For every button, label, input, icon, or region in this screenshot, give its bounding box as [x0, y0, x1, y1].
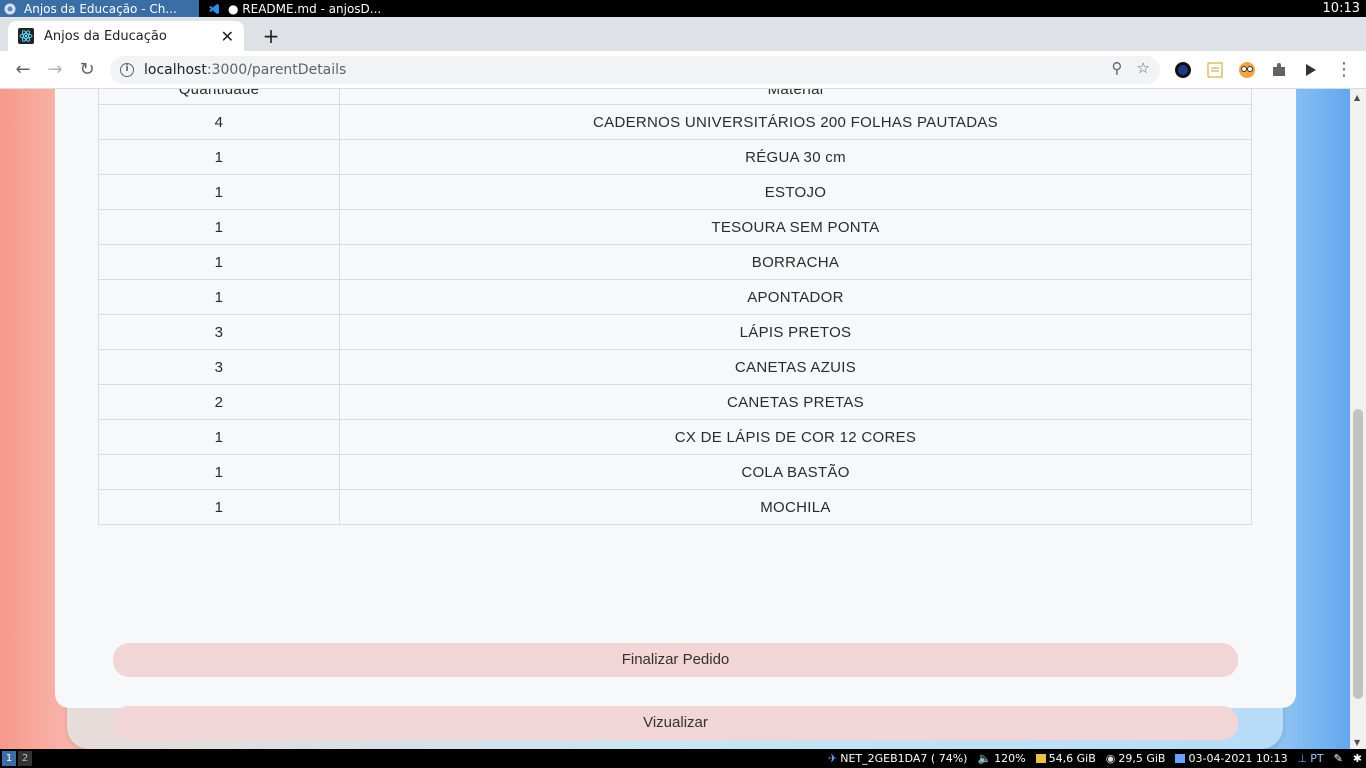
table-row: 2 CANETAS PRETAS	[98, 384, 1252, 420]
disk1-free: 54,6 GiB	[1048, 752, 1096, 765]
visualizar-button[interactable]: Vizualizar	[113, 706, 1238, 740]
pin-icon: ⊥	[1297, 752, 1308, 765]
workspace-1[interactable]: 1	[2, 751, 16, 766]
table-row: 1 ESTOJO	[98, 174, 1252, 210]
calendar-icon	[1175, 754, 1186, 763]
task-chrome[interactable]: Anjos da Educação - Ch...	[0, 0, 199, 17]
bookmark-star-icon[interactable]: ☆	[1137, 59, 1150, 77]
row-material: CX DE LÁPIS DE COR 12 CORES	[339, 419, 1252, 455]
task-vscode-label: ● README.md - anjosD...	[228, 1, 382, 16]
scroll-down-icon[interactable]: ▼	[1354, 738, 1360, 747]
row-material: TESOURA SEM PONTA	[339, 209, 1252, 245]
row-material: CANETAS AZUIS	[339, 349, 1252, 385]
table-row: 1 BORRACHA	[98, 244, 1252, 280]
header-material: Material	[339, 89, 1252, 105]
disk-icon: ◉	[1105, 752, 1116, 765]
extension-arrow-icon[interactable]	[1302, 61, 1320, 79]
row-qty: 1	[98, 139, 340, 175]
row-material: BORRACHA	[339, 244, 1252, 280]
table-row: 1 CX DE LÁPIS DE COR 12 CORES	[98, 419, 1252, 455]
site-info-icon[interactable]: i	[120, 63, 134, 77]
extensions-puzzle-icon[interactable]	[1270, 61, 1288, 79]
browser-tab[interactable]: Anjos da Educação ✕	[8, 21, 244, 51]
row-material: MOCHILA	[339, 489, 1252, 525]
table-row: 1 TESOURA SEM PONTA	[98, 209, 1252, 245]
row-qty: 1	[98, 419, 340, 455]
tab-strip: Anjos da Educação ✕ +	[0, 17, 1366, 51]
os-bottom-bar: 1 2 ✈ NET_2GEB1DA7 ( 74%) 🔈 120% 54,6 GiB …	[0, 749, 1366, 768]
wifi-icon: ✈	[828, 752, 838, 765]
extension-dark-circle-icon[interactable]	[1174, 61, 1192, 79]
network-status: NET_2GEB1DA7 ( 74%)	[840, 752, 968, 765]
tab-title: Anjos da Educação	[44, 28, 167, 44]
disk2-free: 29,5 GiB	[1118, 752, 1166, 765]
row-material: CANETAS PRETAS	[339, 384, 1252, 420]
extension-notes-icon[interactable]	[1206, 61, 1224, 79]
table-header-row: Quantidade Material	[98, 89, 1252, 105]
table-row: 1 COLA BASTÃO	[98, 454, 1252, 490]
scrollbar-thumb[interactable]	[1353, 409, 1363, 699]
row-qty: 1	[98, 489, 340, 525]
volume-icon: 🔈	[977, 752, 992, 765]
react-favicon-icon	[18, 28, 34, 44]
address-bar[interactable]: i localhost:3000/parentDetails ⚲ ☆	[110, 56, 1160, 84]
row-qty: 1	[98, 279, 340, 315]
row-qty: 3	[98, 349, 340, 385]
reload-icon[interactable]: ↻	[74, 57, 100, 83]
extension-face-icon[interactable]	[1238, 61, 1256, 79]
settings-icon[interactable]: ✱	[1353, 752, 1362, 765]
zoom-icon[interactable]: ⚲	[1112, 59, 1123, 77]
table-row: 1 RÉGUA 30 cm	[98, 139, 1252, 175]
row-material: RÉGUA 30 cm	[339, 139, 1252, 175]
row-qty: 1	[98, 454, 340, 490]
row-qty: 1	[98, 244, 340, 280]
os-clock: 10:13	[1322, 1, 1360, 16]
table-row: 3 CANETAS AZUIS	[98, 349, 1252, 385]
keyboard-lang[interactable]: PT	[1310, 752, 1323, 765]
header-quantidade: Quantidade	[98, 89, 340, 105]
menu-kebab-icon[interactable]: ⋮	[1331, 57, 1357, 83]
row-material: APONTADOR	[339, 279, 1252, 315]
row-qty: 4	[98, 104, 340, 140]
row-material: CADERNOS UNIVERSITÁRIOS 200 FOLHAS PAUTA…	[339, 104, 1252, 140]
url-host: localhost	[144, 62, 207, 78]
page-viewport: Quantidade Material 4 CADERNOS UNIVERSITÁ…	[0, 89, 1350, 749]
materials-table: Quantidade Material 4 CADERNOS UNIVERSITÁ…	[98, 89, 1252, 525]
page-scrollbar[interactable]: ▲ ▼	[1350, 89, 1366, 749]
row-material: LÁPIS PRETOS	[339, 314, 1252, 350]
chrome-icon	[4, 3, 16, 14]
finalizar-pedido-button[interactable]: Finalizar Pedido	[113, 643, 1238, 677]
system-tray: ✈ NET_2GEB1DA7 ( 74%) 🔈 120% 54,6 GiB ◉ 29,…	[828, 749, 1362, 768]
close-tab-icon[interactable]: ✕	[221, 27, 234, 46]
row-qty: 3	[98, 314, 340, 350]
back-arrow-icon[interactable]: ←	[10, 57, 36, 83]
workspace-2[interactable]: 2	[18, 751, 32, 766]
new-tab-button[interactable]: +	[258, 24, 284, 50]
row-qty: 1	[98, 174, 340, 210]
task-chrome-label: Anjos da Educação - Ch...	[24, 1, 177, 16]
table-row: 1 APONTADOR	[98, 279, 1252, 315]
scroll-up-icon[interactable]: ▲	[1354, 93, 1360, 102]
row-qty: 1	[98, 209, 340, 245]
browser-toolbar: ← → ↻ i localhost:3000/parentDetails ⚲ ☆…	[0, 51, 1366, 89]
table-row: 3 LÁPIS PRETOS	[98, 314, 1252, 350]
vscode-icon	[209, 3, 219, 14]
folder-icon	[1035, 754, 1046, 763]
os-top-bar: Anjos da Educação - Ch... ● README.md - …	[0, 0, 1366, 17]
url-path: :3000/parentDetails	[206, 62, 347, 78]
volume-level: 120%	[994, 752, 1026, 765]
table-row: 1 MOCHILA	[98, 489, 1252, 525]
row-qty: 2	[98, 384, 340, 420]
table-row: 4 CADERNOS UNIVERSITÁRIOS 200 FOLHAS PAUT…	[98, 104, 1252, 140]
forward-arrow-icon[interactable]: →	[42, 57, 68, 83]
notes-icon[interactable]: ✎	[1334, 752, 1343, 765]
task-vscode[interactable]: ● README.md - anjosD...	[204, 0, 404, 17]
row-material: ESTOJO	[339, 174, 1252, 210]
date-time: 03-04-2021 10:13	[1188, 752, 1288, 765]
row-material: COLA BASTÃO	[339, 454, 1252, 490]
content-card: Quantidade Material 4 CADERNOS UNIVERSITÁ…	[55, 89, 1296, 740]
